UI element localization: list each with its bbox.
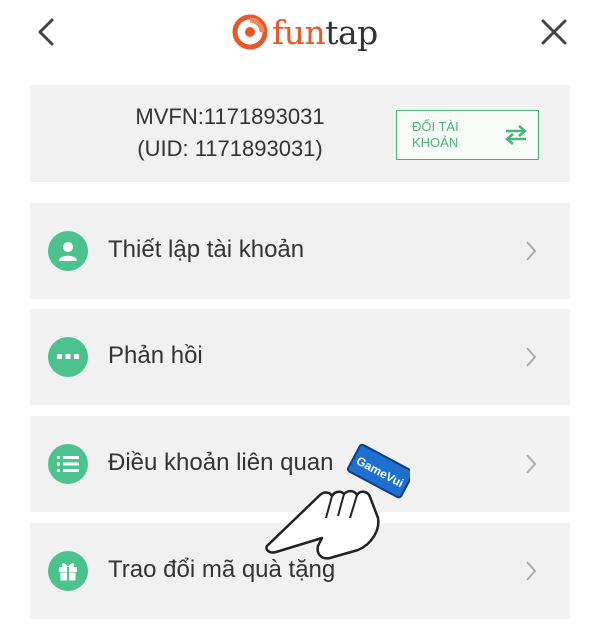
swap-arrows-icon [505,125,527,145]
logo-text-tap: tap [325,12,378,52]
mvfn-text: MVFN:1171893031 [135,104,325,129]
account-info: MVFN:1171893031 (UID: 1171893031) [110,101,350,165]
chevron-right-icon [526,347,537,367]
close-button[interactable] [536,14,572,50]
menu-item-label: Phản hồi [108,342,203,369]
chevron-right-icon [526,561,537,581]
close-icon [541,19,567,45]
menu-item-gift-code[interactable]: Trao đổi mã quà tặng [30,523,570,619]
chevron-right-icon [526,241,537,261]
account-card: MVFN:1171893031 (UID: 1171893031) ĐỔI TÀ… [30,85,570,182]
logo-text: funtap [272,16,378,49]
back-button[interactable] [30,14,66,50]
chat-dots-icon [48,337,88,377]
list-icon [48,444,88,484]
uid-text: (UID: 1171893031) [137,136,323,161]
funtap-logo-mark-icon [232,14,268,50]
app-header: funtap [0,0,600,70]
user-icon [48,231,88,271]
switch-account-button[interactable]: ĐỔI TÀI KHOẢN [396,110,539,160]
menu-item-terms[interactable]: Điều khoản liên quan [30,416,570,512]
menu-item-account-settings[interactable]: Thiết lập tài khoản [30,203,570,299]
gift-icon [48,551,88,591]
chevron-right-icon [526,454,537,474]
menu-item-label: Trao đổi mã quà tặng [108,556,336,583]
menu-item-label: Điều khoản liên quan [108,449,334,476]
menu-item-feedback[interactable]: Phản hồi [30,309,570,405]
funtap-logo: funtap [232,12,378,52]
switch-account-label: ĐỔI TÀI KHOẢN [412,119,459,150]
chevron-left-icon [38,18,54,46]
menu-item-label: Thiết lập tài khoản [108,236,305,263]
logo-text-fun: fun [272,12,326,52]
